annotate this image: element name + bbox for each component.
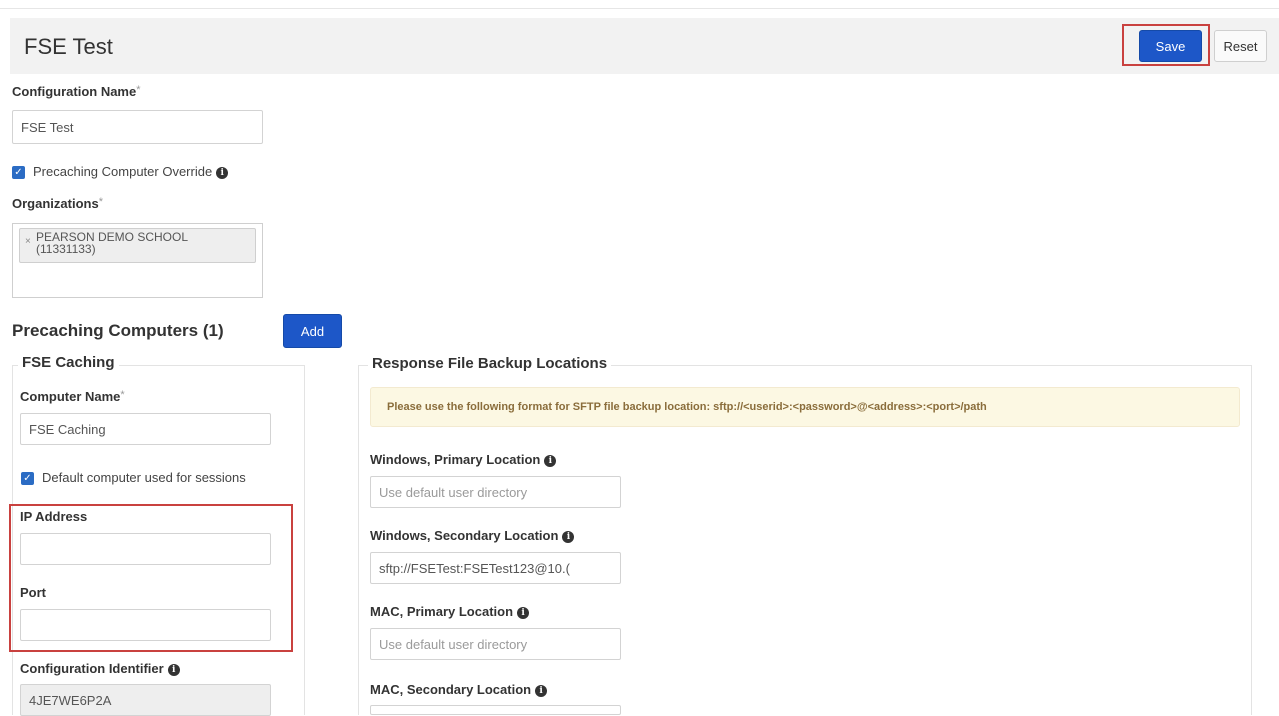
mac-primary-label: MAC, Primary Location i	[370, 604, 530, 619]
top-divider	[0, 8, 1279, 9]
windows-secondary-label: Windows, Secondary Location i	[370, 528, 575, 543]
remove-tag-icon[interactable]: ×	[25, 236, 31, 248]
computer-name-label-text: Computer Name	[20, 389, 121, 404]
required-mark: *	[98, 196, 103, 208]
configuration-name-label-text: Configuration Name	[12, 84, 137, 99]
configuration-name-input[interactable]	[12, 110, 263, 144]
organizations-multiselect[interactable]: × PEARSON DEMO SCHOOL (11331133)	[12, 223, 263, 298]
mac-secondary-label: MAC, Secondary Location i	[370, 682, 548, 697]
mac-secondary-label-text: MAC, Secondary Location	[370, 682, 532, 697]
required-mark: *	[120, 389, 125, 401]
default-computer-checkbox[interactable]: ✓	[21, 472, 34, 485]
mac-secondary-input[interactable]	[370, 705, 621, 715]
info-icon[interactable]: i	[517, 606, 530, 619]
configuration-name-label: Configuration Name*	[12, 84, 141, 99]
info-icon[interactable]: i	[167, 663, 180, 676]
precaching-override-checkbox[interactable]: ✓	[12, 166, 25, 179]
computer-panel-title: FSE Caching	[18, 354, 119, 371]
configuration-identifier-label: Configuration Identifier i	[20, 661, 180, 676]
port-label: Port	[20, 585, 46, 600]
windows-primary-input[interactable]	[370, 476, 621, 508]
info-icon[interactable]: i	[562, 530, 575, 543]
info-icon[interactable]: i	[535, 684, 548, 697]
computer-name-input[interactable]	[20, 413, 271, 445]
add-computer-button[interactable]: Add	[283, 314, 342, 348]
windows-primary-label: Windows, Primary Location i	[370, 452, 557, 467]
windows-primary-label-text: Windows, Primary Location	[370, 452, 541, 467]
required-mark: *	[136, 84, 141, 96]
default-computer-label: Default computer used for sessions	[42, 470, 246, 485]
save-button[interactable]: Save	[1139, 30, 1202, 62]
configuration-identifier-label-text: Configuration Identifier	[20, 661, 164, 676]
precaching-computers-title: Precaching Computers (1)	[12, 321, 224, 340]
organization-tag-id: (11331133)	[36, 242, 96, 256]
ip-address-input[interactable]	[20, 533, 271, 565]
windows-secondary-input[interactable]	[370, 552, 621, 584]
reset-button[interactable]: Reset	[1214, 30, 1267, 62]
backup-locations-title: Response File Backup Locations	[368, 355, 612, 372]
configuration-identifier-input	[20, 684, 271, 716]
info-icon[interactable]: i	[216, 166, 229, 179]
port-input[interactable]	[20, 609, 271, 641]
info-icon[interactable]: i	[544, 454, 557, 467]
organization-tag: × PEARSON DEMO SCHOOL (11331133)	[19, 228, 256, 263]
computer-name-label: Computer Name*	[20, 389, 125, 404]
sftp-format-alert: Please use the following format for SFTP…	[370, 387, 1240, 427]
page-header: FSE Test	[10, 18, 1279, 74]
mac-primary-input[interactable]	[370, 628, 621, 660]
ip-address-label: IP Address	[20, 509, 88, 524]
organizations-label: Organizations*	[12, 196, 103, 211]
windows-secondary-label-text: Windows, Secondary Location	[370, 528, 559, 543]
organizations-label-text: Organizations	[12, 196, 99, 211]
page-title: FSE Test	[24, 34, 113, 59]
precaching-override-label-text: Precaching Computer Override	[33, 164, 213, 179]
precaching-override-label: Precaching Computer Override i	[33, 164, 229, 179]
mac-primary-label-text: MAC, Primary Location	[370, 604, 514, 619]
